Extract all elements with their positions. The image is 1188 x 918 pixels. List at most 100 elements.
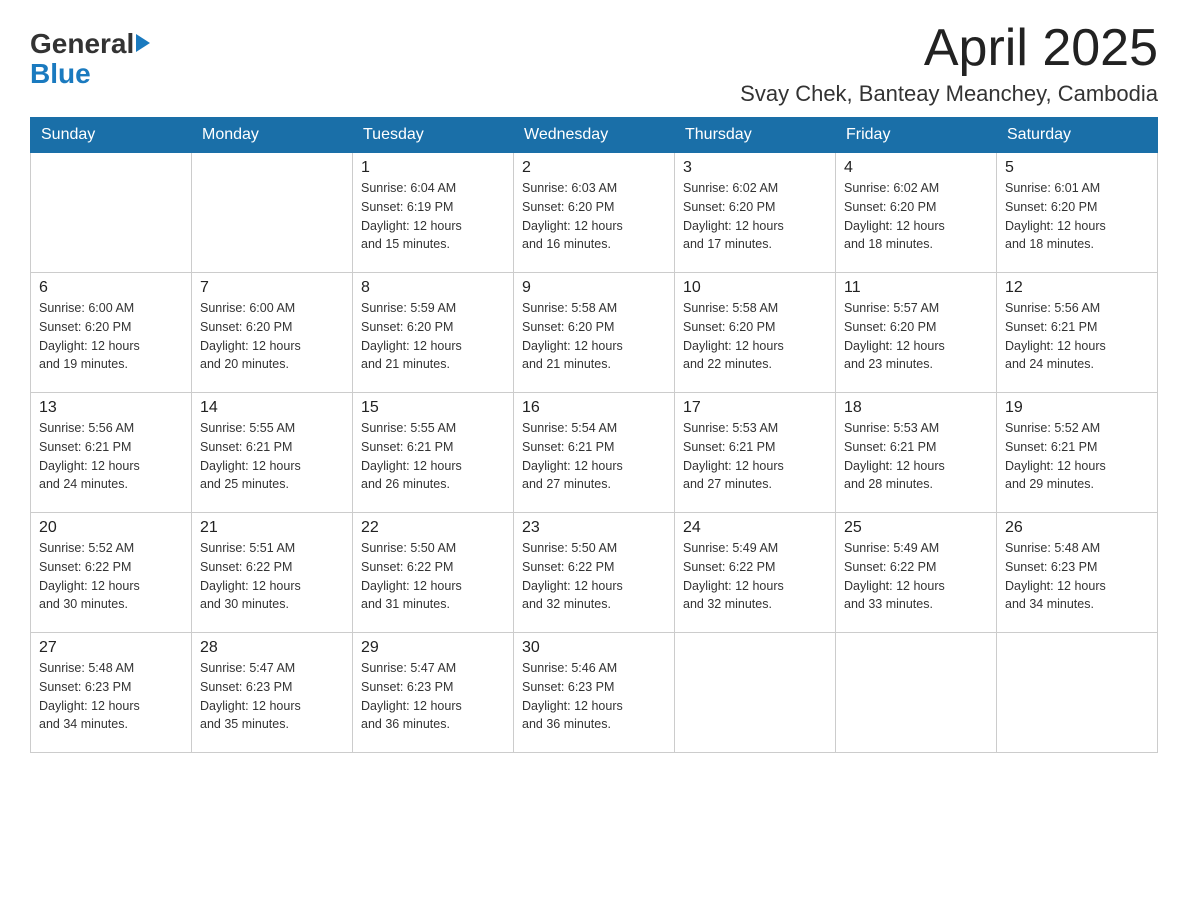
- calendar-week-row: 6 Sunrise: 6:00 AM Sunset: 6:20 PM Daylig…: [31, 273, 1158, 393]
- calendar-cell: 18Sunrise: 5:53 AM Sunset: 6:21 PM Dayli…: [836, 393, 997, 513]
- day-number: 6: [39, 279, 183, 297]
- calendar-cell: 25 Sunrise: 5:49 AM Sunset: 6:22 PM Dayli…: [836, 513, 997, 633]
- day-number: 23: [522, 519, 666, 537]
- day-info: Sunrise: 5:49 AM Sunset: 6:22 PM Dayligh…: [844, 539, 988, 614]
- day-info: Sunrise: 6:02 AM Sunset: 6:20 PM Dayligh…: [844, 179, 988, 254]
- calendar-cell: 28 Sunrise: 5:47 AM Sunset: 6:23 PM Dayli…: [192, 633, 353, 753]
- calendar-cell: 30Sunrise: 5:46 AM Sunset: 6:23 PM Dayli…: [514, 633, 675, 753]
- calendar-cell: 22 Sunrise: 5:50 AM Sunset: 6:22 PM Dayli…: [353, 513, 514, 633]
- day-info: Sunrise: 6:01 AM Sunset: 6:20 PM Dayligh…: [1005, 179, 1149, 254]
- calendar-cell: 11 Sunrise: 5:57 AM Sunset: 6:20 PM Dayli…: [836, 273, 997, 393]
- day-info: Sunrise: 5:56 AM Sunset: 6:21 PM Dayligh…: [39, 419, 183, 494]
- column-header-friday: Friday: [836, 118, 997, 153]
- day-number: 3: [683, 159, 827, 177]
- day-info: Sunrise: 5:48 AM Sunset: 6:23 PM Dayligh…: [39, 659, 183, 734]
- calendar-cell: 7Sunrise: 6:00 AM Sunset: 6:20 PM Daylig…: [192, 273, 353, 393]
- day-info: Sunrise: 5:50 AM Sunset: 6:22 PM Dayligh…: [361, 539, 505, 614]
- calendar-cell: 29Sunrise: 5:47 AM Sunset: 6:23 PM Dayli…: [353, 633, 514, 753]
- day-info: Sunrise: 5:49 AM Sunset: 6:22 PM Dayligh…: [683, 539, 827, 614]
- logo-blue-text: Blue: [30, 58, 91, 89]
- calendar-week-row: 20 Sunrise: 5:52 AM Sunset: 6:22 PM Dayli…: [31, 513, 1158, 633]
- column-header-tuesday: Tuesday: [353, 118, 514, 153]
- day-info: Sunrise: 5:56 AM Sunset: 6:21 PM Dayligh…: [1005, 299, 1149, 374]
- location-title: Svay Chek, Banteay Meanchey, Cambodia: [740, 81, 1158, 107]
- column-header-saturday: Saturday: [997, 118, 1158, 153]
- day-number: 30: [522, 639, 666, 657]
- calendar-cell: [836, 633, 997, 753]
- calendar-cell: 14 Sunrise: 5:55 AM Sunset: 6:21 PM Dayli…: [192, 393, 353, 513]
- calendar-cell: [675, 633, 836, 753]
- page-header: General Blue April 2025 Svay Chek, Bante…: [30, 20, 1158, 107]
- day-info: Sunrise: 5:47 AM Sunset: 6:23 PM Dayligh…: [200, 659, 344, 734]
- day-number: 14: [200, 399, 344, 417]
- day-number: 17: [683, 399, 827, 417]
- calendar-cell: 15Sunrise: 5:55 AM Sunset: 6:21 PM Dayli…: [353, 393, 514, 513]
- day-number: 25: [844, 519, 988, 537]
- day-info: Sunrise: 5:52 AM Sunset: 6:21 PM Dayligh…: [1005, 419, 1149, 494]
- day-number: 20: [39, 519, 183, 537]
- day-info: Sunrise: 5:53 AM Sunset: 6:21 PM Dayligh…: [683, 419, 827, 494]
- day-number: 24: [683, 519, 827, 537]
- logo: General Blue: [30, 30, 150, 90]
- day-number: 8: [361, 279, 505, 297]
- day-info: Sunrise: 5:58 AM Sunset: 6:20 PM Dayligh…: [522, 299, 666, 374]
- calendar-cell: 12 Sunrise: 5:56 AM Sunset: 6:21 PM Dayli…: [997, 273, 1158, 393]
- day-number: 13: [39, 399, 183, 417]
- month-title: April 2025: [740, 20, 1158, 77]
- calendar-table: SundayMondayTuesdayWednesdayThursdayFrid…: [30, 117, 1158, 753]
- day-info: Sunrise: 5:59 AM Sunset: 6:20 PM Dayligh…: [361, 299, 505, 374]
- day-number: 11: [844, 279, 988, 297]
- logo-general: General: [30, 30, 134, 58]
- day-number: 4: [844, 159, 988, 177]
- calendar-cell: [31, 153, 192, 273]
- day-info: Sunrise: 5:57 AM Sunset: 6:20 PM Dayligh…: [844, 299, 988, 374]
- day-number: 21: [200, 519, 344, 537]
- calendar-week-row: 27 Sunrise: 5:48 AM Sunset: 6:23 PM Dayli…: [31, 633, 1158, 753]
- title-section: April 2025 Svay Chek, Banteay Meanchey, …: [740, 20, 1158, 107]
- calendar-cell: 5 Sunrise: 6:01 AM Sunset: 6:20 PM Daylig…: [997, 153, 1158, 273]
- calendar-cell: 26 Sunrise: 5:48 AM Sunset: 6:23 PM Dayli…: [997, 513, 1158, 633]
- calendar-cell: 13 Sunrise: 5:56 AM Sunset: 6:21 PM Dayli…: [31, 393, 192, 513]
- column-header-wednesday: Wednesday: [514, 118, 675, 153]
- day-info: Sunrise: 5:54 AM Sunset: 6:21 PM Dayligh…: [522, 419, 666, 494]
- column-header-sunday: Sunday: [31, 118, 192, 153]
- calendar-cell: 2Sunrise: 6:03 AM Sunset: 6:20 PM Daylig…: [514, 153, 675, 273]
- day-info: Sunrise: 5:52 AM Sunset: 6:22 PM Dayligh…: [39, 539, 183, 614]
- day-info: Sunrise: 5:47 AM Sunset: 6:23 PM Dayligh…: [361, 659, 505, 734]
- calendar-cell: 9Sunrise: 5:58 AM Sunset: 6:20 PM Daylig…: [514, 273, 675, 393]
- calendar-cell: 21 Sunrise: 5:51 AM Sunset: 6:22 PM Dayli…: [192, 513, 353, 633]
- day-number: 28: [200, 639, 344, 657]
- day-info: Sunrise: 5:53 AM Sunset: 6:21 PM Dayligh…: [844, 419, 988, 494]
- day-number: 5: [1005, 159, 1149, 177]
- calendar-cell: 4 Sunrise: 6:02 AM Sunset: 6:20 PM Daylig…: [836, 153, 997, 273]
- day-number: 1: [361, 159, 505, 177]
- calendar-cell: 10 Sunrise: 5:58 AM Sunset: 6:20 PM Dayli…: [675, 273, 836, 393]
- calendar-cell: 19 Sunrise: 5:52 AM Sunset: 6:21 PM Dayli…: [997, 393, 1158, 513]
- day-info: Sunrise: 6:04 AM Sunset: 6:19 PM Dayligh…: [361, 179, 505, 254]
- day-info: Sunrise: 6:02 AM Sunset: 6:20 PM Dayligh…: [683, 179, 827, 254]
- day-info: Sunrise: 6:03 AM Sunset: 6:20 PM Dayligh…: [522, 179, 666, 254]
- day-info: Sunrise: 5:51 AM Sunset: 6:22 PM Dayligh…: [200, 539, 344, 614]
- calendar-cell: 20 Sunrise: 5:52 AM Sunset: 6:22 PM Dayli…: [31, 513, 192, 633]
- column-header-thursday: Thursday: [675, 118, 836, 153]
- day-info: Sunrise: 5:58 AM Sunset: 6:20 PM Dayligh…: [683, 299, 827, 374]
- day-info: Sunrise: 6:00 AM Sunset: 6:20 PM Dayligh…: [200, 299, 344, 374]
- day-number: 27: [39, 639, 183, 657]
- calendar-cell: [192, 153, 353, 273]
- day-number: 22: [361, 519, 505, 537]
- day-number: 26: [1005, 519, 1149, 537]
- calendar-cell: 23Sunrise: 5:50 AM Sunset: 6:22 PM Dayli…: [514, 513, 675, 633]
- day-number: 19: [1005, 399, 1149, 417]
- day-info: Sunrise: 5:48 AM Sunset: 6:23 PM Dayligh…: [1005, 539, 1149, 614]
- calendar-cell: 17 Sunrise: 5:53 AM Sunset: 6:21 PM Dayli…: [675, 393, 836, 513]
- calendar-header-row: SundayMondayTuesdayWednesdayThursdayFrid…: [31, 118, 1158, 153]
- calendar-cell: 27 Sunrise: 5:48 AM Sunset: 6:23 PM Dayli…: [31, 633, 192, 753]
- day-number: 12: [1005, 279, 1149, 297]
- logo-arrow-icon: [136, 34, 150, 52]
- day-info: Sunrise: 5:55 AM Sunset: 6:21 PM Dayligh…: [200, 419, 344, 494]
- calendar-cell: [997, 633, 1158, 753]
- day-number: 10: [683, 279, 827, 297]
- calendar-cell: 8 Sunrise: 5:59 AM Sunset: 6:20 PM Daylig…: [353, 273, 514, 393]
- calendar-cell: 24 Sunrise: 5:49 AM Sunset: 6:22 PM Dayli…: [675, 513, 836, 633]
- day-number: 15: [361, 399, 505, 417]
